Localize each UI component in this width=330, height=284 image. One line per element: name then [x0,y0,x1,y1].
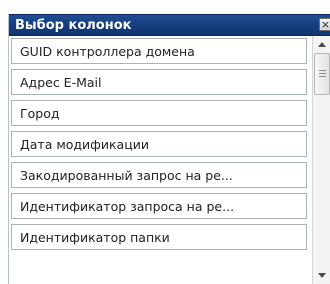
list-item-label: Идентификатор папки [20,230,170,245]
grip-line [319,76,326,77]
close-icon: × [320,18,330,31]
list-item-label: Адрес E-Mail [20,75,102,90]
grip-line [319,73,326,74]
triangle-down-icon [318,273,326,278]
list-item-label: Город [20,106,60,121]
list-item[interactable]: Адрес E-Mail [11,69,307,95]
vertical-scrollbar[interactable] [312,36,330,284]
list-item-label: GUID контроллера домена [20,44,195,59]
triangle-up-icon [318,42,326,47]
list-item[interactable]: Дата модификации [11,131,307,157]
list-item[interactable]: Закодированный запрос на ре... [11,162,307,188]
list-item[interactable]: GUID контроллера домена [11,38,307,64]
list-item[interactable]: Идентификатор запроса на ре... [11,193,307,219]
scroll-thumb[interactable] [314,53,330,95]
column-chooser-panel: Выбор колонок × GUID контроллера домена … [8,14,330,284]
panel-title: Выбор колонок [15,18,132,33]
scroll-up-button[interactable] [313,36,330,53]
column-list: GUID контроллера домена Адрес E-Mail Гор… [11,36,307,284]
list-item-label: Закодированный запрос на ре... [20,168,233,183]
list-item[interactable]: Город [11,100,307,126]
grip-line [319,70,326,71]
list-item[interactable]: Идентификатор папки [11,224,307,250]
scroll-down-button[interactable] [313,267,330,284]
title-bar[interactable]: Выбор колонок × [9,14,330,36]
list-item-label: Дата модификации [20,137,149,152]
close-button[interactable]: × [319,18,330,31]
list-item-label: Идентификатор запроса на ре... [20,199,235,214]
